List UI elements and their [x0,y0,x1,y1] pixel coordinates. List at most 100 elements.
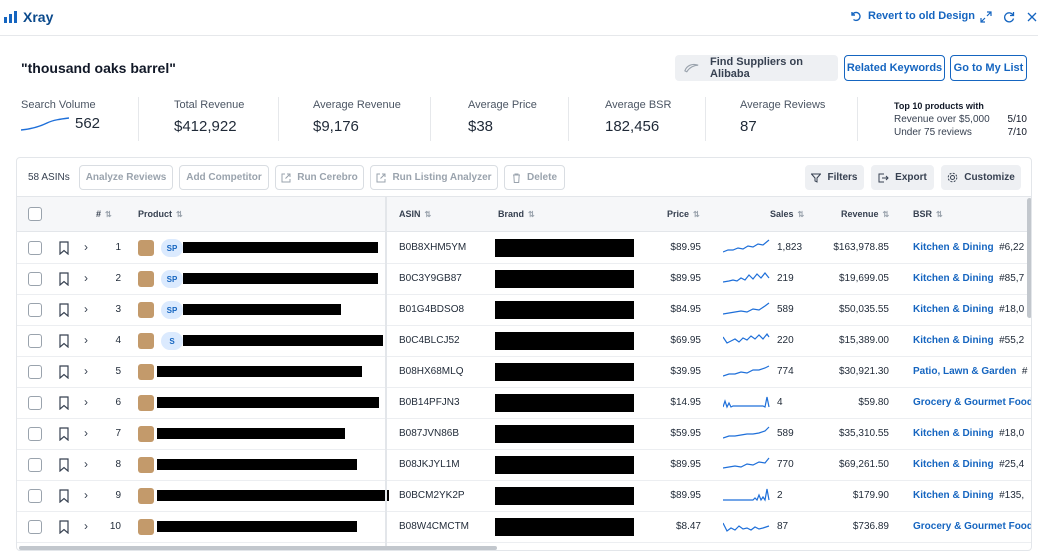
bookmark-icon[interactable] [59,272,69,286]
table-row[interactable]: › 7 B087JVN86B $59.95 589 $35,310.55 Kitchen &… [17,419,1031,450]
table-row[interactable]: › 4 S B0C4BLCJ52 $69.95 220 $15,389.00 Kitchen … [17,326,1031,357]
bookmark-icon[interactable] [59,365,69,379]
table-row[interactable]: › 1 SP B0B8XHM5YM $89.95 1,823 $163,978.85 Kitc… [17,233,1031,264]
vertical-scrollbar[interactable] [1027,198,1031,318]
related-keywords-button[interactable]: Related Keywords [844,55,945,81]
bsr-category-link[interactable]: Grocery & Gourmet Food [913,521,1031,532]
bsr-category-link[interactable]: Kitchen & Dining [913,304,994,315]
redacted-product-title[interactable] [183,304,341,315]
col-product[interactable]: Product ⇅ [138,209,183,219]
bookmark-icon[interactable] [59,458,69,472]
bsr-category-link[interactable]: Kitchen & Dining [913,459,994,470]
bookmark-icon[interactable] [59,489,69,503]
asin-value[interactable]: B087JVN86B [399,428,459,439]
asin-value[interactable]: B01G4BDSO8 [399,304,464,315]
table-row[interactable]: › 5 B08HX68MLQ $39.95 774 $30,921.30 Patio, La… [17,357,1031,388]
redacted-product-title[interactable] [157,521,357,532]
refresh-icon[interactable] [1001,9,1017,25]
add-competitor-button[interactable]: Add Competitor [179,165,269,190]
asin-value[interactable]: B0B8XHM5YM [399,242,466,253]
run-listing-analyzer-button[interactable]: Run Listing Analyzer [370,165,498,190]
expand-row-chevron-icon[interactable]: › [84,426,88,440]
row-checkbox[interactable] [28,427,42,441]
row-checkbox[interactable] [28,365,42,379]
table-row[interactable]: › 6 B0B14PFJN3 $14.95 4 $59.80 Grocery & Gourm… [17,388,1031,419]
bsr-category-link[interactable]: Kitchen & Dining [913,490,994,501]
redacted-product-title[interactable] [183,242,378,253]
delete-button[interactable]: Delete [504,165,565,190]
expand-row-chevron-icon[interactable]: › [84,364,88,378]
table-row[interactable]: › 8 B08JKJYL1M $89.95 770 $69,261.50 Kitchen &… [17,450,1031,481]
sales-sparkline [723,522,770,532]
expand-row-chevron-icon[interactable]: › [84,302,88,316]
redacted-product-title[interactable] [183,273,378,284]
expand-row-chevron-icon[interactable]: › [84,519,88,533]
export-button[interactable]: Export [871,165,934,190]
redacted-product-title[interactable] [157,428,345,439]
run-cerebro-button[interactable]: Run Cerebro [275,165,364,190]
col-brand[interactable]: Brand ⇅ [498,209,535,219]
redacted-product-title[interactable] [157,459,357,470]
table-row[interactable]: › 2 SP B0C3Y9GB87 $89.95 219 $19,699.05 Kitchen… [17,264,1031,295]
asin-value[interactable]: B08HX68MLQ [399,366,463,377]
expand-icon[interactable] [978,9,994,25]
revenue-value: $69,261.50 [838,459,889,470]
expand-row-chevron-icon[interactable]: › [84,457,88,471]
bsr-category-link[interactable]: Kitchen & Dining [913,242,994,253]
col-price[interactable]: Price ⇅ [667,209,700,219]
metric-average-revenue: Average Revenue $9,176 [313,99,401,135]
find-suppliers-button[interactable]: Find Suppliers on Alibaba [675,55,838,81]
bookmark-icon[interactable] [59,303,69,317]
expand-row-chevron-icon[interactable]: › [84,271,88,285]
analyze-reviews-button[interactable]: Analyze Reviews [79,165,173,190]
close-icon[interactable] [1024,9,1038,25]
row-checkbox[interactable] [28,303,42,317]
asin-value[interactable]: B08W4CMCTM [399,521,469,532]
redacted-product-title[interactable] [157,366,362,377]
col-bsr[interactable]: BSR ⇅ [913,209,943,219]
bsr-category-link[interactable]: Patio, Lawn & Garden [913,366,1016,377]
customize-button[interactable]: Customize [941,165,1021,190]
row-checkbox[interactable] [28,520,42,534]
bookmark-icon[interactable] [59,241,69,255]
bsr-category-link[interactable]: Grocery & Gourmet Food [913,397,1031,408]
row-checkbox[interactable] [28,458,42,472]
expand-row-chevron-icon[interactable]: › [84,488,88,502]
expand-row-chevron-icon[interactable]: › [84,240,88,254]
bookmark-icon[interactable] [59,520,69,534]
asin-value[interactable]: B0B14PFJN3 [399,397,460,408]
expand-row-chevron-icon[interactable]: › [84,395,88,409]
row-checkbox[interactable] [28,396,42,410]
bsr-category-link[interactable]: Kitchen & Dining [913,273,994,284]
horizontal-scrollbar[interactable] [19,546,497,550]
bookmark-icon[interactable] [59,334,69,348]
asin-value[interactable]: B0C3Y9GB87 [399,273,462,284]
col-revenue[interactable]: Revenue ⇅ [841,209,889,219]
row-checkbox[interactable] [28,241,42,255]
table-row[interactable]: › 3 SP B01G4BDSO8 $84.95 589 $50,035.55 Kitchen… [17,295,1031,326]
row-checkbox[interactable] [28,334,42,348]
col-sales[interactable]: Sales ⇅ [770,209,804,219]
go-to-my-list-button[interactable]: Go to My List [950,55,1027,81]
bsr-category-link[interactable]: Kitchen & Dining [913,428,994,439]
asin-value[interactable]: B0BCM2YK2P [399,490,465,501]
trash-icon [512,173,520,183]
filters-button[interactable]: Filters [805,165,864,190]
row-checkbox[interactable] [28,489,42,503]
select-all-checkbox[interactable] [28,207,42,221]
redacted-product-title[interactable] [157,490,389,501]
redacted-product-title[interactable] [183,335,383,346]
bookmark-icon[interactable] [59,396,69,410]
table-row[interactable]: › 9 B0BCM2YK2P $89.95 2 $179.90 Kitchen & Dini… [17,481,1031,512]
row-checkbox[interactable] [28,272,42,286]
bookmark-icon[interactable] [59,427,69,441]
asin-value[interactable]: B0C4BLCJ52 [399,335,460,346]
table-row[interactable]: › 10 B08W4CMCTM $8.47 87 $736.89 Grocery & Gou… [17,512,1031,543]
asin-value[interactable]: B08JKJYL1M [399,459,460,470]
col-num[interactable]: # ⇅ [96,209,112,219]
col-asin[interactable]: ASIN ⇅ [399,209,431,219]
bsr-category-link[interactable]: Kitchen & Dining [913,335,994,346]
redacted-product-title[interactable] [157,397,379,408]
revert-design-link[interactable]: Revert to old Design [850,10,975,22]
expand-row-chevron-icon[interactable]: › [84,333,88,347]
